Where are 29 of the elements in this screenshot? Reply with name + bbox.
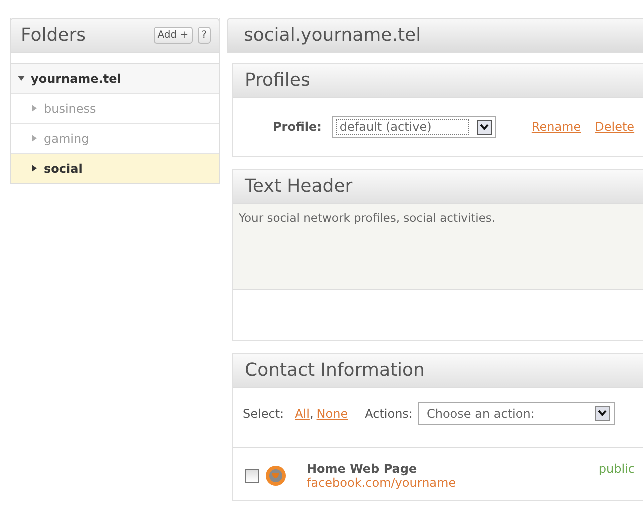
visibility-label: public (598, 462, 635, 476)
text-area[interactable]: Your social network profiles, social activities. (233, 204, 643, 290)
select-link[interactable]: None (316, 406, 348, 420)
tree-item[interactable]: yourname.tel (11, 63, 219, 93)
separator-text: , (310, 406, 314, 420)
add-button[interactable]: Add + (154, 27, 193, 44)
action-link[interactable]: Rename (532, 120, 582, 134)
section-title: Contact Information (245, 360, 425, 381)
contact-link[interactable]: facebook.com/yourname (307, 476, 593, 490)
globe-icon (265, 465, 287, 487)
checkbox[interactable] (245, 469, 259, 483)
section-title: Profiles (245, 70, 310, 91)
contact-title: Home Web Page (307, 462, 418, 476)
collapsed-arrow-icon[interactable] (31, 165, 38, 172)
actions-label: Actions: (365, 406, 413, 420)
section-title: Text Header (245, 176, 353, 197)
tree-item[interactable]: social (11, 153, 219, 183)
field-label: Profile: (273, 120, 322, 134)
profile-dropdown[interactable]: default (active) (332, 116, 496, 138)
page-title: social.yourname.tel (244, 25, 422, 46)
tree-item[interactable]: business (11, 93, 219, 123)
action-dropdown[interactable]: Choose an action: (418, 402, 615, 425)
expanded-arrow-icon[interactable] (18, 75, 25, 82)
description-text: Your social network profiles, social activities. (239, 211, 496, 225)
select-label: Select: (243, 406, 284, 420)
select-link[interactable]: All (295, 406, 310, 420)
action-link[interactable]: Delete (595, 120, 635, 134)
panel-title: Folders (21, 25, 86, 46)
help-button[interactable]: ? (198, 27, 211, 44)
